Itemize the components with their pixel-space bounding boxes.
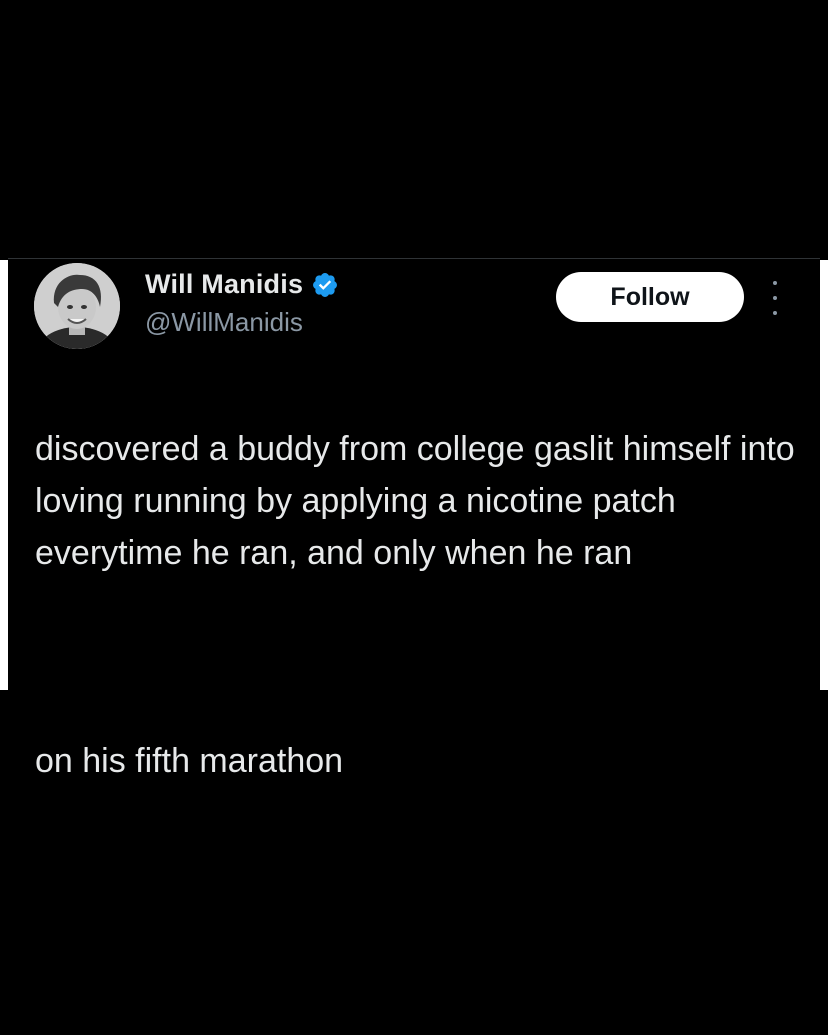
tweet-paragraph: on his fifth marathon [35, 742, 344, 780]
verified-badge-icon [313, 272, 338, 297]
tweet-card: Will Manidis @WillManidis Follow discove… [8, 258, 820, 780]
author-display-name[interactable]: Will Manidis [145, 269, 303, 300]
avatar[interactable] [34, 263, 120, 349]
avatar-photo-icon [34, 263, 120, 349]
tweet-paragraph: discovered a buddy from college gaslit h… [35, 430, 795, 572]
more-dot [773, 296, 777, 300]
more-dot [773, 281, 777, 285]
follow-button[interactable]: Follow [556, 272, 744, 322]
ellipsis-vertical-icon[interactable] [770, 281, 780, 315]
author-name-row: Will Manidis [145, 269, 339, 300]
author-handle[interactable]: @WillManidis [145, 307, 303, 338]
right-edge-bar [820, 260, 828, 690]
left-edge-bar [0, 260, 8, 690]
tweet-text: discovered a buddy from college gaslit h… [35, 371, 805, 839]
more-dot [773, 311, 777, 315]
